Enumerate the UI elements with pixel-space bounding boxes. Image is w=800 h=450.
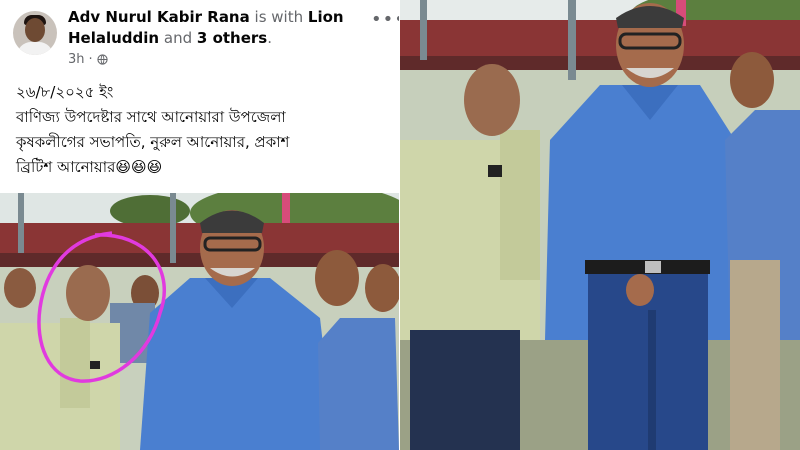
post-header: Adv Nurul Kabir Rana is with Lion Helalu…: [0, 0, 405, 76]
post-photo-zoomed[interactable]: [400, 0, 800, 450]
post-text: ২৬/৮/২০২৫ ইং বাণিজ্য উপদেষ্টার সাথে আনোয…: [16, 80, 388, 180]
globe-icon[interactable]: [97, 54, 108, 65]
post-text-line-3: ব্রিটিশ আনোয়ার😆😆😆: [16, 158, 163, 176]
facebook-post: Adv Nurul Kabir Rana is with Lion Helalu…: [0, 0, 405, 450]
author-avatar[interactable]: [13, 11, 57, 55]
with-text: is with: [254, 8, 304, 26]
post-date-line: ২৬/৮/২০২৫ ইং: [16, 83, 114, 101]
post-timestamp[interactable]: 3h: [68, 52, 85, 67]
and-text: and: [163, 29, 193, 47]
post-text-line-2: কৃষকলীগের সভাপতি, নুরুল আনোয়ার, প্রকাশ: [16, 133, 290, 151]
author-line: Adv Nurul Kabir Rana is with Lion Helalu…: [68, 8, 344, 47]
photo-scene-zoomed: [400, 0, 800, 450]
post-photo-crop[interactable]: [0, 193, 399, 450]
author-name[interactable]: Adv Nurul Kabir Rana: [68, 8, 250, 26]
tagged-others-link[interactable]: 3 others: [197, 29, 267, 47]
photo-scene: [0, 193, 399, 450]
post-text-line-1: বাণিজ্য উপদেষ্টার সাথে আনোয়ারা উপজেলা: [16, 108, 286, 126]
post-meta: 3h ·: [68, 52, 108, 67]
